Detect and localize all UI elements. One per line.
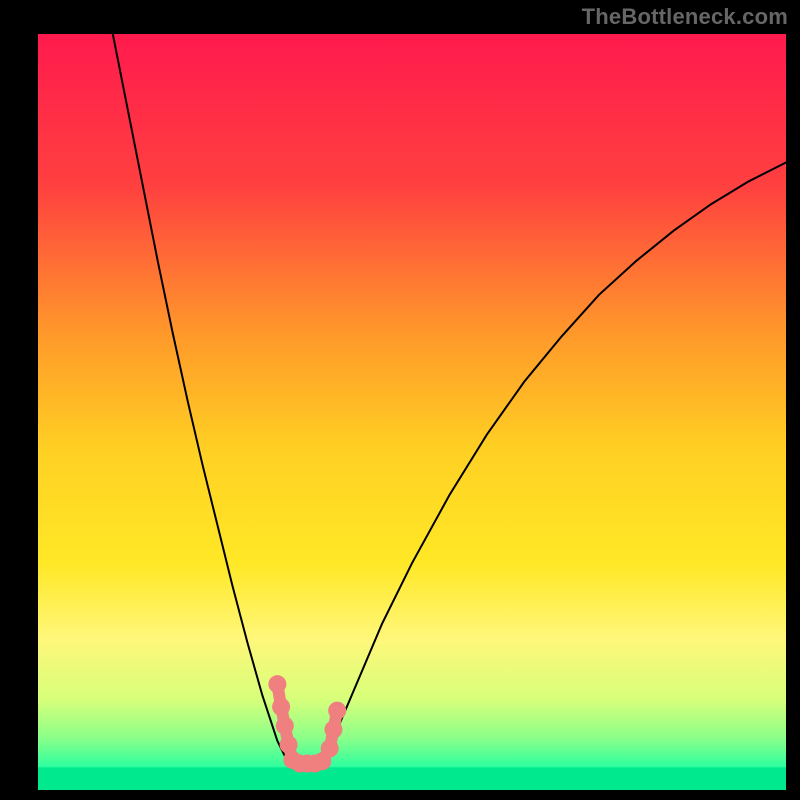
green-band: [38, 767, 786, 790]
optimal-range-bead: [321, 739, 339, 757]
bottleneck-chart: [0, 0, 800, 800]
watermark-text: TheBottleneck.com: [582, 4, 788, 30]
optimal-range-bead: [280, 736, 298, 754]
optimal-range-bead: [268, 675, 286, 693]
chart-container: TheBottleneck.com: [0, 0, 800, 800]
optimal-range-bead: [328, 702, 346, 720]
optimal-range-bead: [272, 698, 290, 716]
gradient-background: [38, 34, 786, 790]
optimal-range-bead: [324, 721, 342, 739]
optimal-range-bead: [276, 717, 294, 735]
